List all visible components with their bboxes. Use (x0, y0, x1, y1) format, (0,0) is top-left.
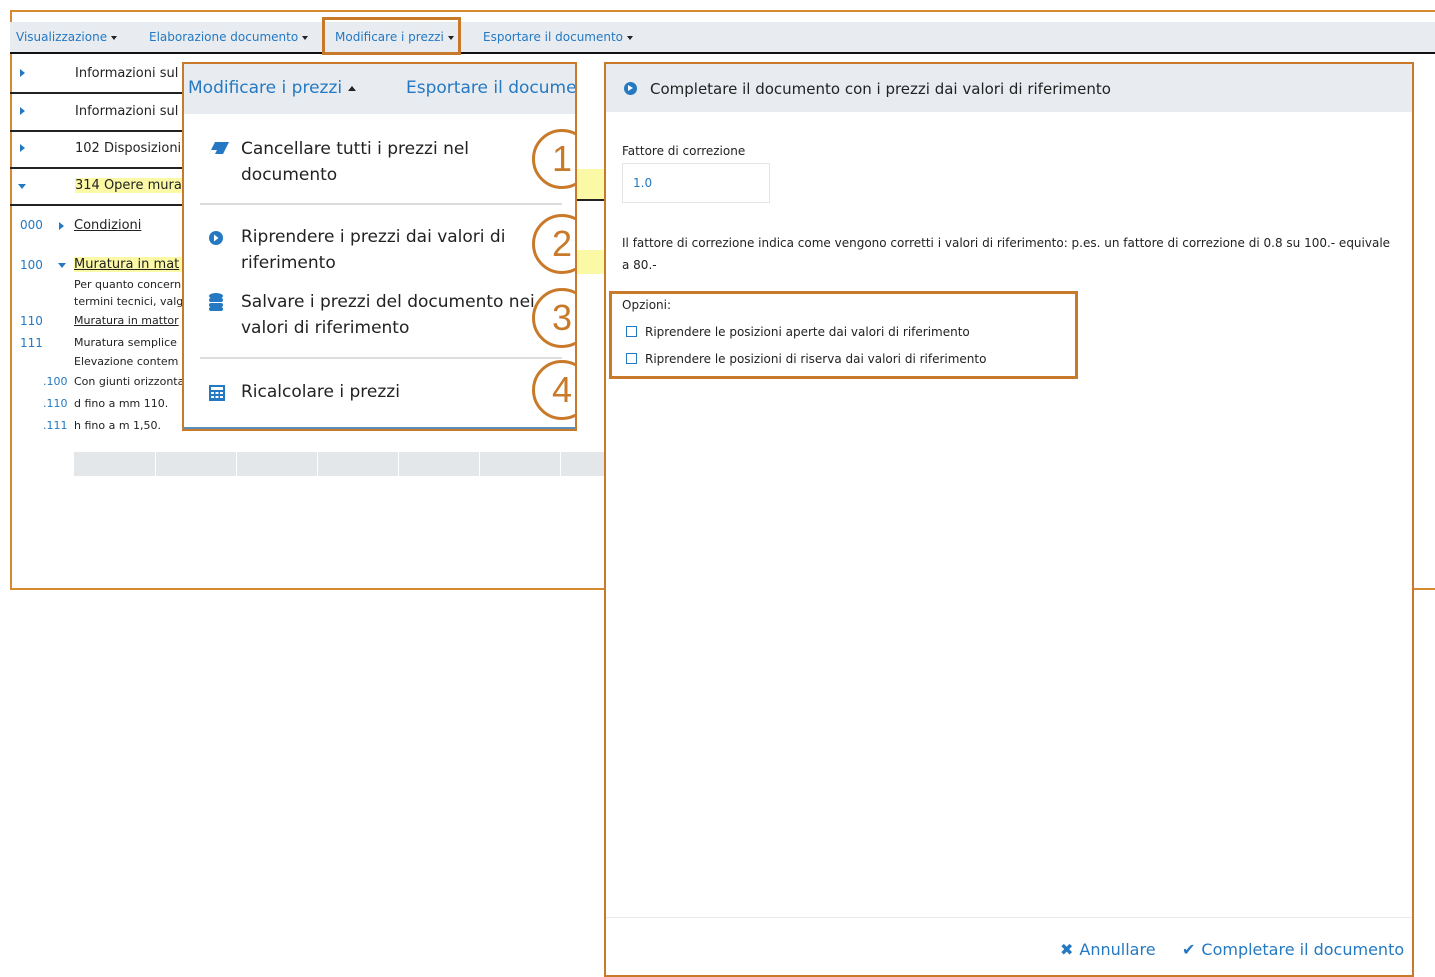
correction-factor-input[interactable]: 1.0 (622, 163, 770, 203)
position-muratura[interactable]: Muratura in mat (74, 257, 182, 272)
menu-divider (200, 357, 562, 359)
expand-arrow-icon[interactable] (20, 144, 25, 152)
collapse-arrow-icon[interactable] (18, 184, 26, 189)
price-grid-strip (74, 452, 604, 476)
dropdown-modificare-prezzi: Modificare i prezzi Esportare il docume … (182, 62, 577, 431)
menu-elaborazione-documento[interactable]: Elaborazione documento (149, 30, 309, 44)
check-icon: ✔ (1182, 940, 1196, 959)
option-posizioni-aperte[interactable]: Riprendere le posizioni aperte dai valor… (626, 325, 970, 339)
tree-row-informazioni-2[interactable]: Informazioni sul (10, 95, 185, 132)
dropdown-other-menu[interactable]: Esportare il docume (406, 78, 575, 98)
row-highlight (575, 250, 605, 274)
dialog-title: Completare il documento con i prezzi dai… (650, 80, 1111, 98)
menu-esportare-documento[interactable]: Esportare il documento (483, 30, 634, 44)
caret-up-icon (348, 85, 357, 91)
menu-item-riprendere-prezzi[interactable]: Riprendere i prezzi dai valori di riferi… (184, 224, 575, 280)
options-label: Opzioni: (622, 298, 672, 312)
expand-arrow-icon[interactable] (59, 222, 64, 230)
subposition-code: .110 (43, 397, 68, 410)
subposition-text[interactable]: Con giunti orizzonta (74, 375, 182, 388)
caret-down-icon (302, 35, 309, 40)
subposition-code: .111 (43, 419, 68, 432)
position-description: Elevazione contem (74, 355, 179, 368)
menu-highlight-frame (322, 17, 461, 55)
menu-item-salvare-prezzi[interactable]: Salvare i prezzi del documento nei valor… (184, 289, 575, 345)
factor-label: Fattore di correzione (622, 144, 746, 158)
menu-item-cancellare-prezzi[interactable]: Cancellare tutti i prezzi nel documento (184, 136, 575, 204)
eraser-icon (209, 142, 229, 154)
tree-row-informazioni-1[interactable]: Informazioni sul (10, 57, 185, 94)
completare-documento-dialog: Completare il documento con i prezzi dai… (604, 62, 1414, 977)
dropdown-bottom-line (184, 427, 575, 429)
caret-down-icon (111, 35, 118, 40)
circle-arrow-right-icon (209, 231, 223, 245)
close-icon: ✖ (1060, 940, 1074, 959)
circle-arrow-right-icon (624, 82, 637, 95)
expand-arrow-icon[interactable] (20, 107, 25, 115)
subposition-code: .100 (43, 375, 68, 388)
subposition-text[interactable]: d fino a mm 110. (74, 397, 168, 410)
row-highlight (575, 169, 605, 199)
expand-arrow-icon[interactable] (20, 69, 25, 77)
position-muratura-mattoni[interactable]: Muratura in mattor (74, 314, 182, 327)
option-posizioni-riserva[interactable]: Riprendere le posizioni di riserva dai v… (626, 352, 986, 366)
menu-item-ricalcolare-prezzi[interactable]: Ricalcolare i prezzi (184, 379, 575, 409)
factor-help-text: Il fattore di correzione indica come ven… (622, 236, 1391, 272)
position-muratura-semplice[interactable]: Muratura semplice (74, 336, 182, 349)
position-description: Per quanto concern (74, 278, 182, 291)
complete-document-button[interactable]: ✔ Completare il documento (1182, 940, 1404, 959)
tree-row-opere-murarie[interactable]: 314 Opere mura (10, 169, 185, 206)
position-code: 110 (20, 314, 43, 328)
position-condizioni[interactable]: Condizioni (74, 218, 182, 233)
position-code: 111 (20, 336, 43, 350)
checkbox[interactable] (626, 326, 637, 337)
collapse-arrow-icon[interactable] (58, 263, 66, 268)
checkbox[interactable] (626, 353, 637, 364)
database-icon (209, 293, 223, 311)
cancel-button[interactable]: ✖ Annullare (1060, 940, 1156, 959)
callout-badge-4: 4 (532, 360, 575, 420)
menu-divider (200, 203, 562, 205)
subposition-text[interactable]: h fino a m 1,50. (74, 419, 161, 432)
row-divider (575, 199, 605, 201)
menu-visualizzazione[interactable]: Visualizzazione (16, 30, 118, 44)
footer-divider (606, 917, 1412, 918)
dropdown-title[interactable]: Modificare i prezzi (188, 78, 357, 98)
tree-row-disposizioni[interactable]: 102 Disposizioni (10, 132, 185, 169)
position-description: termini tecnici, valg (74, 295, 182, 308)
calculator-icon (209, 385, 225, 401)
position-code: 000 (20, 218, 43, 232)
position-code: 100 (20, 258, 43, 272)
caret-down-icon (627, 35, 634, 40)
